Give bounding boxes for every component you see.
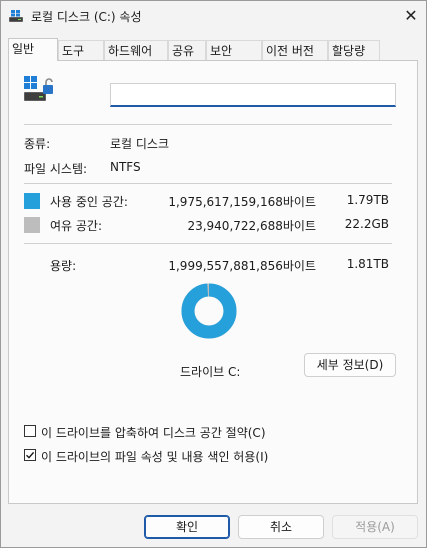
details-button[interactable]: 세부 정보(D) bbox=[304, 353, 396, 377]
window-title: 로컬 디스크 (C:) 속성 bbox=[31, 10, 142, 24]
divider-1 bbox=[24, 124, 392, 125]
compress-label[interactable]: 이 드라이브를 압축하여 디스크 공간 절약(C) bbox=[41, 424, 266, 441]
type-value: 로컬 디스크 bbox=[110, 137, 170, 151]
disk-usage-donut bbox=[181, 283, 237, 339]
index-label[interactable]: 이 드라이브의 파일 속성 및 내용 색인 허용(I) bbox=[41, 448, 268, 465]
used-space-label: 사용 중인 공간: bbox=[50, 195, 128, 209]
used-space-short: 1.79TB bbox=[346, 193, 389, 207]
capacity-label: 용량: bbox=[50, 259, 77, 273]
spacer bbox=[24, 392, 392, 393]
free-space-bytes: 23,940,722,688바이트 bbox=[187, 219, 316, 233]
divider-3 bbox=[24, 243, 392, 244]
type-label: 종류: bbox=[24, 137, 51, 151]
close-button[interactable]: ✕ bbox=[398, 3, 424, 29]
tab-general[interactable]: 일반 bbox=[8, 38, 58, 61]
tab-sharing[interactable]: 공유 bbox=[168, 40, 206, 60]
tab-hardware[interactable]: 하드웨어 bbox=[104, 40, 168, 60]
tab-tools[interactable]: 도구 bbox=[58, 40, 104, 60]
capacity-bytes: 1,999,557,881,856바이트 bbox=[168, 259, 316, 273]
drive-icon bbox=[8, 8, 24, 27]
tab-quota[interactable]: 할당량 bbox=[328, 40, 380, 60]
free-space-label: 여유 공간: bbox=[50, 219, 103, 233]
used-space-swatch bbox=[24, 193, 40, 209]
index-checkbox[interactable] bbox=[24, 449, 36, 461]
tab-previous-versions[interactable]: 이전 버전 bbox=[262, 40, 328, 60]
filesystem-value: NTFS bbox=[110, 160, 141, 174]
used-space-arc bbox=[181, 283, 237, 339]
volume-name-input[interactable] bbox=[110, 83, 396, 107]
title-bar: 로컬 디스크 (C:) 속성 ✕ bbox=[0, 0, 427, 32]
free-space-short: 22.2GB bbox=[344, 217, 389, 231]
tab-security[interactable]: 보안 bbox=[206, 40, 262, 60]
drive-letter-label: 드라이브 C: bbox=[180, 365, 241, 379]
divider-2 bbox=[24, 183, 392, 184]
apply-button[interactable]: 적용(A) bbox=[332, 515, 418, 539]
compress-checkbox[interactable] bbox=[24, 425, 36, 437]
capacity-short: 1.81TB bbox=[346, 257, 389, 271]
filesystem-label: 파일 시스템: bbox=[24, 162, 88, 176]
cancel-button[interactable]: 취소 bbox=[238, 515, 324, 539]
free-space-swatch bbox=[24, 217, 40, 233]
used-space-bytes: 1,975,617,159,168바이트 bbox=[168, 195, 316, 209]
ok-button[interactable]: 확인 bbox=[144, 515, 230, 539]
drive-unlocked-icon bbox=[24, 76, 58, 105]
